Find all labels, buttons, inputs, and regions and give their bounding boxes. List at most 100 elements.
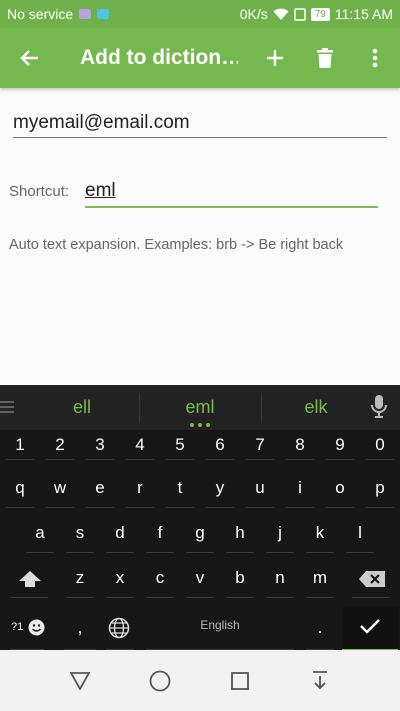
symbols-label: ?1 — [11, 621, 24, 633]
key-g[interactable]: g — [180, 515, 220, 553]
key-d[interactable]: d — [100, 515, 140, 553]
key-t[interactable]: t — [160, 470, 200, 508]
key-b[interactable]: b — [220, 560, 260, 598]
key-v[interactable]: v — [180, 560, 220, 598]
comma-key[interactable]: , — [58, 607, 102, 650]
key-label: i — [298, 478, 302, 497]
key-h[interactable]: h — [220, 515, 260, 553]
key-label: 0 — [375, 435, 385, 454]
key-1[interactable]: 1 — [0, 432, 40, 460]
shortcut-input[interactable]: eml — [85, 180, 378, 208]
key-e[interactable]: e — [80, 470, 120, 508]
key-label: 1 — [15, 435, 25, 454]
wifi-icon — [273, 8, 289, 20]
key-label: 5 — [175, 435, 185, 454]
suggestion-center[interactable]: eml — [170, 397, 230, 418]
square-recents-icon — [231, 671, 249, 690]
suggestion-right[interactable]: elk — [286, 397, 346, 418]
key-n[interactable]: n — [260, 560, 300, 598]
key-4[interactable]: 4 — [120, 432, 160, 460]
suggestion-left[interactable]: ell — [52, 397, 112, 418]
key-label: d — [115, 523, 125, 542]
key-3[interactable]: 3 — [80, 432, 120, 460]
period-key[interactable]: . — [300, 607, 340, 650]
divider — [261, 393, 262, 423]
key-label: v — [195, 568, 205, 587]
key-label: k — [315, 523, 325, 542]
microphone-icon[interactable] — [370, 395, 388, 419]
key-x[interactable]: x — [100, 560, 140, 598]
key-label: z — [75, 568, 85, 587]
key-a[interactable]: a — [20, 515, 60, 553]
screen: No service 0K/s 79 11:15 AM Add to dicti… — [0, 0, 400, 711]
key-7[interactable]: 7 — [240, 432, 280, 460]
key-label: w — [53, 478, 67, 497]
key-label: s — [75, 523, 85, 542]
key-label: 6 — [215, 435, 225, 454]
key-label: l — [358, 523, 362, 542]
key-w[interactable]: w — [40, 470, 80, 508]
hint-text: Auto text expansion. Examples: brb -> Be… — [9, 237, 344, 253]
key-label: q — [15, 478, 25, 497]
key-z[interactable]: z — [60, 560, 100, 598]
key-label: f — [157, 523, 163, 542]
hamburger-icon[interactable] — [0, 400, 14, 414]
key-9[interactable]: 9 — [320, 432, 360, 460]
word-input[interactable]: myemail@email.com — [13, 112, 387, 138]
home-nav-button[interactable] — [135, 656, 185, 706]
page-title: Add to diction… — [80, 46, 238, 69]
key-5[interactable]: 5 — [160, 432, 200, 460]
key-k[interactable]: k — [300, 515, 340, 553]
battery-icon: 79 — [310, 7, 330, 21]
key-label: r — [137, 478, 143, 497]
key-label: m — [312, 568, 328, 587]
add-button[interactable] — [250, 28, 300, 88]
symbols-key[interactable]: ?1 — [4, 607, 50, 650]
key-label: c — [155, 568, 165, 587]
key-label: g — [195, 523, 205, 542]
key-label: e — [95, 478, 105, 497]
recents-nav-button[interactable] — [215, 656, 265, 706]
key-0[interactable]: 0 — [360, 432, 400, 460]
back-button[interactable] — [0, 28, 60, 88]
key-m[interactable]: m — [300, 560, 340, 598]
key-u[interactable]: u — [240, 470, 280, 508]
key-c[interactable]: c — [140, 560, 180, 598]
keyboard: ell eml elk 1 2 3 4 5 6 7 8 9 0 q w e r t y u i o p a s d f g h j k… — [0, 385, 400, 650]
key-q[interactable]: q — [0, 470, 40, 508]
key-p[interactable]: p — [360, 470, 400, 508]
key-label: 8 — [295, 435, 305, 454]
key-label: o — [335, 478, 345, 497]
key-i[interactable]: i — [280, 470, 320, 508]
triangle-back-icon — [70, 671, 90, 690]
key-label: . — [317, 618, 323, 637]
key-2[interactable]: 2 — [40, 432, 80, 460]
sim-icon — [294, 7, 306, 21]
key-label: t — [177, 478, 183, 497]
key-6[interactable]: 6 — [200, 432, 240, 460]
key-o[interactable]: o — [320, 470, 360, 508]
back-nav-button[interactable] — [55, 656, 105, 706]
key-j[interactable]: j — [260, 515, 300, 553]
key-s[interactable]: s — [60, 515, 100, 553]
trash-icon — [317, 48, 333, 68]
shift-key[interactable] — [4, 560, 54, 598]
delete-button[interactable] — [300, 28, 350, 88]
key-label: h — [235, 523, 245, 542]
space-key[interactable]: English — [140, 607, 300, 650]
backspace-key[interactable] — [346, 560, 396, 598]
status-bar: No service 0K/s 79 11:15 AM — [0, 0, 400, 28]
hide-keyboard-nav-button[interactable] — [295, 656, 345, 706]
key-l[interactable]: l — [340, 515, 380, 553]
key-label: , — [77, 618, 83, 637]
key-r[interactable]: r — [120, 470, 160, 508]
key-y[interactable]: y — [200, 470, 240, 508]
key-f[interactable]: f — [140, 515, 180, 553]
overflow-menu-button[interactable] — [350, 28, 400, 88]
key-8[interactable]: 8 — [280, 432, 320, 460]
language-key[interactable] — [100, 607, 140, 650]
key-label: a — [35, 523, 45, 542]
emoji-icon — [28, 619, 45, 636]
done-key[interactable] — [342, 607, 398, 650]
key-label: n — [275, 568, 285, 587]
